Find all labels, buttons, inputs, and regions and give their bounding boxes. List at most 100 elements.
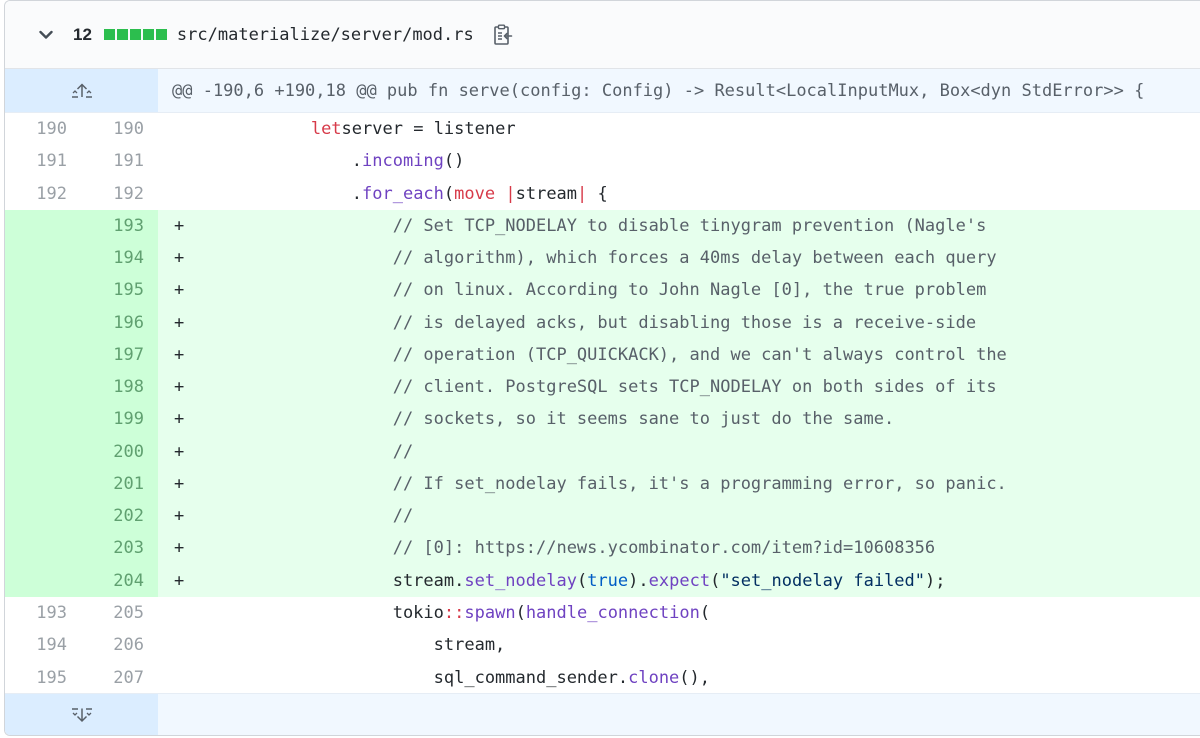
old-line-number[interactable]: [5, 403, 81, 436]
code-token: spawn: [464, 602, 516, 623]
diff-sign: +: [174, 473, 185, 494]
new-line-number[interactable]: 203: [81, 532, 158, 565]
old-line-number[interactable]: 191: [5, 145, 81, 177]
code-token: // client. PostgreSQL sets TCP_NODELAY o…: [392, 377, 997, 398]
code-line: // is delayed acks, but disabling those …: [188, 307, 1200, 339]
old-line-number[interactable]: 195: [5, 662, 81, 694]
code-token: =: [402, 119, 434, 139]
code-line: //: [188, 436, 1200, 468]
new-line-number[interactable]: 190: [81, 113, 158, 145]
diff-sign: [158, 629, 188, 661]
expand-down-icon[interactable]: [5, 694, 158, 735]
code-token: clone: [628, 667, 680, 688]
old-line-number[interactable]: [5, 338, 81, 372]
new-line-number[interactable]: 199: [81, 403, 158, 436]
old-line-number[interactable]: 192: [5, 178, 81, 210]
code-token: move: [454, 183, 496, 204]
code-token: stream: [515, 183, 578, 204]
diff-sign: +: [174, 344, 185, 365]
code-token: let: [310, 119, 342, 139]
old-line-number[interactable]: [5, 435, 81, 468]
diff-file: 12 src/materialize/server/mod.rs @@ -190…: [4, 0, 1200, 736]
code-token: .: [351, 183, 363, 204]
chevron-down-icon[interactable]: [35, 24, 57, 46]
code-line: .for_each(move |stream| {: [188, 178, 1200, 210]
old-line-number[interactable]: [5, 500, 81, 533]
code-line: sql_command_sender.clone(),: [188, 662, 1200, 694]
old-line-number[interactable]: [5, 467, 81, 501]
code-token: // on linux. According to John Nagle [0]…: [392, 280, 987, 301]
code-token: (: [699, 602, 711, 623]
code-token: ::: [443, 602, 465, 623]
new-line-number[interactable]: 192: [81, 178, 158, 210]
new-line-number[interactable]: 207: [81, 662, 158, 694]
new-line-number[interactable]: 198: [81, 371, 158, 404]
old-line-number[interactable]: [5, 371, 81, 404]
old-line-number[interactable]: 194: [5, 629, 81, 661]
new-line-number[interactable]: 196: [81, 306, 158, 339]
diffstat-block: [103, 29, 115, 40]
new-line-number[interactable]: 191: [81, 145, 158, 177]
expand-up-icon[interactable]: [5, 69, 158, 112]
new-line-number[interactable]: 202: [81, 500, 158, 533]
code-token: // [0]: https://news.ycombinator.com/ite…: [392, 538, 936, 559]
old-line-number[interactable]: 190: [5, 113, 81, 145]
old-line-number[interactable]: [5, 532, 81, 565]
added-line: 204 + stream.set_nodelay(true).expect("se…: [5, 564, 1200, 597]
hunk-header-text: @@ -190,6 +190,18 @@ pub fn serve(config…: [172, 80, 1145, 101]
diff-sign: +: [174, 506, 185, 527]
code-token: stream.: [392, 570, 465, 591]
code-line: // [0]: https://news.ycombinator.com/ite…: [188, 532, 1200, 564]
code-token: (: [710, 570, 721, 591]
new-line-number[interactable]: 206: [81, 629, 158, 661]
new-line-number[interactable]: 197: [81, 338, 158, 372]
diff-sign: +: [174, 377, 185, 398]
copy-path-icon[interactable]: [492, 23, 514, 47]
context-line: 194 206 stream,: [5, 629, 1200, 661]
added-line: 202 + //: [5, 500, 1200, 533]
code-line: // client. PostgreSQL sets TCP_NODELAY o…: [188, 371, 1200, 403]
old-line-number[interactable]: 193: [5, 597, 81, 629]
old-line-number[interactable]: [5, 242, 81, 275]
code-token: (),: [679, 667, 711, 688]
context-line: 192 192 .for_each(move |stream| {: [5, 178, 1200, 210]
file-path[interactable]: src/materialize/server/mod.rs: [177, 25, 474, 45]
code-line: tokio::spawn(handle_connection(: [188, 597, 1200, 629]
new-line-number[interactable]: 194: [81, 242, 158, 275]
new-line-number[interactable]: 195: [81, 274, 158, 307]
old-line-number[interactable]: [5, 564, 81, 597]
new-line-number[interactable]: 200: [81, 435, 158, 468]
added-line: 197 + // operation (TCP_QUICKACK), and we…: [5, 338, 1200, 372]
code-token: sql_command_sender.: [433, 667, 629, 688]
diff-sign: +: [174, 570, 185, 591]
file-header: 12 src/materialize/server/mod.rs: [5, 1, 1200, 69]
code-token: // If set_nodelay fails, it's a programm…: [392, 473, 1007, 494]
code-token: // sockets, so it seems sane to just do …: [392, 409, 895, 430]
code-token: |: [577, 183, 588, 204]
added-line: 196 + // is delayed acks, but disabling t…: [5, 306, 1200, 339]
code-token: .: [351, 151, 363, 172]
added-line: 193 + // Set TCP_NODELAY to disable tinyg…: [5, 209, 1200, 243]
code-token: //: [392, 441, 414, 462]
new-line-number[interactable]: 201: [81, 467, 158, 501]
code-token: (: [576, 570, 588, 591]
code-token: expect: [648, 570, 711, 591]
old-line-number[interactable]: [5, 274, 81, 307]
code-token: true: [587, 570, 629, 591]
code-token: (: [515, 602, 526, 623]
diffstat-block: [116, 29, 128, 40]
code-token: // Set TCP_NODELAY to disable tinygram p…: [392, 215, 987, 236]
old-line-number[interactable]: [5, 306, 81, 339]
new-line-number[interactable]: 193: [81, 209, 158, 243]
old-line-number[interactable]: [5, 209, 81, 243]
new-line-number[interactable]: 204: [81, 564, 158, 597]
new-line-number[interactable]: 205: [81, 597, 158, 629]
